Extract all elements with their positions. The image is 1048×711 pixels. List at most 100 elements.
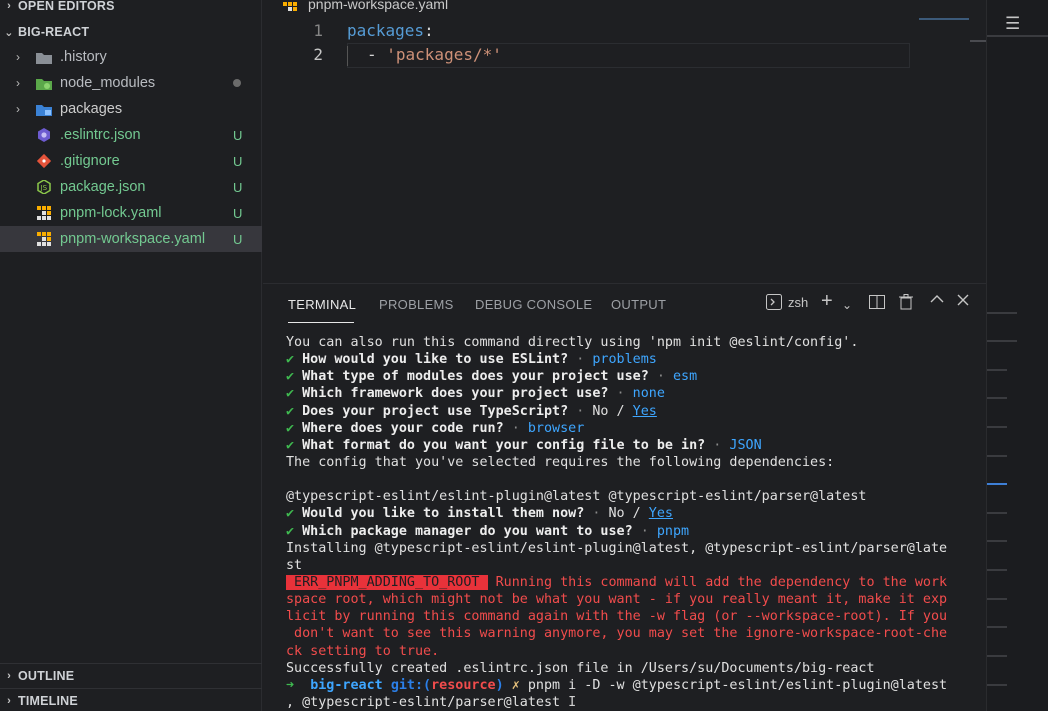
outline-toggle-icon[interactable]: ☰	[1005, 14, 1020, 34]
divider	[987, 426, 1007, 428]
code-line-1[interactable]: packages:	[347, 21, 434, 40]
line-number: 1	[313, 21, 323, 40]
yaml-key: packages	[347, 21, 425, 40]
separator: ·	[568, 352, 593, 368]
prompt-question: Which framework does your project use?	[302, 386, 609, 402]
divider	[987, 626, 1007, 628]
prompt-question: How would you like to use ESLint?	[302, 352, 569, 368]
terminal-output[interactable]: You can also run this command directly u…	[286, 334, 976, 711]
tree-item-history[interactable]: › .history	[0, 44, 262, 70]
terminal-line: @typescript-eslint/eslint-plugin@latest …	[286, 489, 867, 505]
terminal-line: ✔ Which package manager do you want to u…	[286, 523, 976, 540]
folder-icon	[36, 49, 52, 65]
prompt-git: git:(	[390, 677, 432, 693]
prompt-answer: pnpm	[656, 523, 690, 539]
divider	[987, 569, 1007, 571]
pnpm-icon	[283, 0, 297, 17]
shell-name: zsh	[788, 294, 809, 310]
editor-tab-title[interactable]: pnpm-workspace.yaml	[308, 0, 448, 12]
divider	[987, 397, 1007, 399]
minimap-slider[interactable]	[919, 18, 969, 20]
tab-terminal[interactable]: TERMINAL	[288, 297, 356, 312]
packages-folder-icon	[36, 101, 52, 117]
divider	[987, 598, 1007, 600]
chevron-right-icon: ›	[16, 76, 20, 90]
tab-debug-console[interactable]: DEBUG CONSOLE	[475, 297, 592, 312]
divider	[987, 312, 1017, 314]
chevron-down-icon[interactable]: ⌄	[842, 298, 852, 312]
prompt-question: Would you like to install them now?	[302, 506, 585, 522]
divider	[987, 455, 1007, 457]
terminal-error-line: ck setting to true.	[286, 643, 440, 659]
yaml-dash: -	[367, 45, 387, 64]
chevron-right-icon: ›	[16, 102, 20, 116]
terminal-line: ✔ Does your project use TypeScript? · No…	[286, 403, 976, 420]
terminal-line: ✔ Which framework does your project use?…	[286, 385, 976, 402]
terminal-line: You can also run this command directly u…	[286, 335, 859, 350]
prompt-arrow-icon: ➜	[286, 677, 295, 693]
tree-item-gitignore[interactable]: .gitignore U	[0, 148, 262, 174]
divider	[987, 369, 1007, 371]
check-icon: ✔	[286, 420, 295, 436]
chevron-right-icon: ›	[7, 669, 11, 682]
check-icon: ✔	[286, 523, 295, 539]
chevron-down-icon: ⌄	[4, 26, 14, 39]
editor-area[interactable]: pnpm-workspace.yaml 1 packages: 2 - 'pac…	[263, 0, 986, 282]
prompt-answer: esm	[672, 369, 698, 385]
git-status-badge: U	[233, 231, 243, 247]
close-panel-icon[interactable]	[957, 294, 969, 306]
trash-icon[interactable]	[899, 294, 913, 310]
tree-item-package-json[interactable]: JS package.json U	[0, 174, 262, 200]
project-header[interactable]: ⌄ BIG-REACT	[0, 20, 262, 44]
git-status-badge: U	[233, 179, 243, 195]
split-terminal-icon[interactable]	[869, 294, 885, 310]
error-code-badge: ERR_PNPM_ADDING_TO_ROOT	[286, 574, 488, 590]
open-editors-label: OPEN EDITORS	[18, 0, 115, 13]
node-folder-icon	[36, 75, 52, 91]
tree-item-eslintrc[interactable]: .eslintrc.json U	[0, 122, 262, 148]
prompt-question: Does your project use TypeScript?	[302, 403, 569, 419]
terminal-line: Successfully created .eslintrc.json file…	[286, 660, 875, 676]
tree-item-pnpm-workspace[interactable]: pnpm-workspace.yaml U	[0, 226, 262, 252]
project-label: BIG-REACT	[18, 25, 90, 39]
terminal-line: st	[286, 557, 303, 573]
outline-header[interactable]: › OUTLINE	[0, 663, 262, 687]
tab-problems[interactable]: PROBLEMS	[379, 297, 454, 312]
tree-item-node-modules[interactable]: › node_modules	[0, 70, 262, 96]
check-icon: ✔	[286, 437, 295, 453]
check-icon: ✔	[286, 369, 295, 385]
terminal-line: Installing @typescript-eslint/eslint-plu…	[286, 540, 948, 556]
separator: ·	[584, 506, 609, 522]
timeline-label: TIMELINE	[18, 693, 78, 708]
separator: ·	[648, 369, 673, 385]
terminal-shell-selector[interactable]: zsh	[766, 294, 808, 310]
text-cursor-icon: I	[568, 694, 577, 710]
divider	[987, 340, 1017, 342]
open-editors-header[interactable]: › OPEN EDITORS	[0, 0, 262, 18]
divider	[987, 655, 1007, 657]
tree-item-label: packages	[60, 101, 123, 117]
explorer-sidebar: › OPEN EDITORS ⌄ BIG-REACT › .history › …	[0, 0, 262, 711]
outline-label: OUTLINE	[18, 668, 75, 683]
line-number: 2	[313, 45, 323, 64]
svg-text:JS: JS	[40, 184, 48, 192]
tab-output[interactable]: OUTPUT	[611, 297, 666, 312]
terminal-line: ✔ What type of modules does your project…	[286, 368, 976, 385]
terminal-error-line: space root, which might not be what you …	[286, 592, 948, 608]
prompt-git-close: )	[495, 677, 504, 693]
add-terminal-icon[interactable]: +	[821, 290, 833, 313]
maximize-panel-icon[interactable]	[930, 294, 944, 304]
tree-item-label: pnpm-lock.yaml	[60, 205, 162, 221]
active-tab-indicator	[288, 322, 354, 323]
tree-item-packages[interactable]: › packages	[0, 96, 262, 122]
overview-ruler-mark	[970, 40, 986, 42]
chevron-right-icon: ›	[7, 0, 11, 12]
code-line-2[interactable]: - 'packages/*'	[367, 45, 502, 64]
prompt-answer: Yes	[632, 403, 657, 419]
tree-item-label: package.json	[60, 179, 146, 195]
timeline-header[interactable]: › TIMELINE	[0, 688, 262, 711]
tree-item-pnpm-lock[interactable]: pnpm-lock.yaml U	[0, 200, 262, 226]
terminal-line: ✔ Would you like to install them now? · …	[286, 505, 976, 522]
prompt-option: No /	[592, 403, 633, 419]
